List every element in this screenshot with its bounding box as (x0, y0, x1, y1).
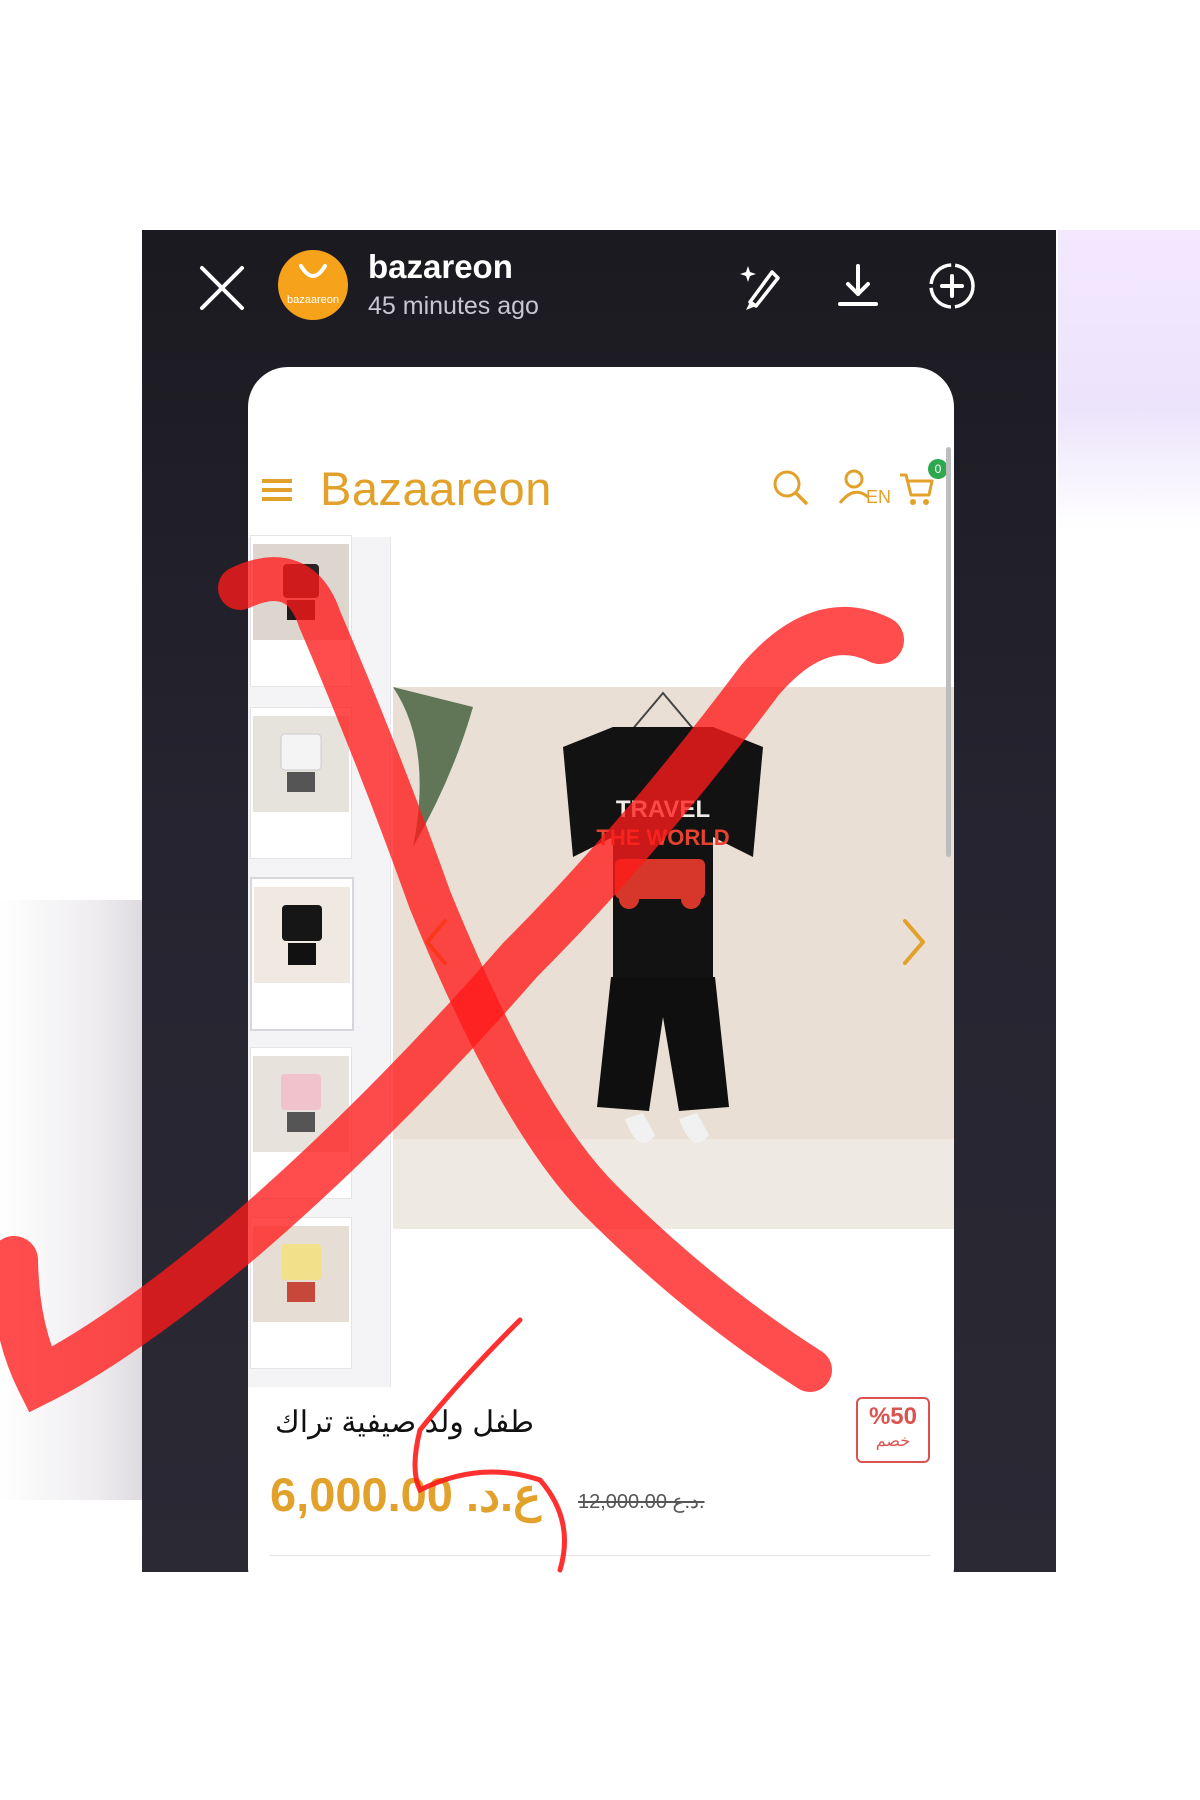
site-header: Bazaareon EN 0 (248, 457, 954, 539)
product-price: 6,000.00 .ع.د (270, 1468, 542, 1521)
svg-text:THE WORLD: THE WORLD (596, 825, 729, 850)
language-label[interactable]: EN (866, 487, 891, 508)
discount-percent: %50 (868, 1403, 918, 1430)
chevron-left-icon[interactable] (421, 917, 451, 967)
avatar[interactable]: bazaareon (278, 250, 348, 320)
thumbnail-5[interactable] (250, 1217, 352, 1369)
thumbnail-list (248, 535, 390, 1387)
product-image-viewer: TRAVEL THE WORLD (390, 537, 954, 1387)
avatar-logo-text: bazaareon (287, 294, 339, 306)
story-timestamp: 45 minutes ago (368, 292, 539, 320)
draw-icon[interactable] (734, 258, 790, 314)
background-shadow (0, 900, 142, 1500)
story-username[interactable]: bazareon (368, 248, 513, 286)
chevron-right-icon[interactable] (899, 917, 929, 967)
menu-icon[interactable] (262, 477, 292, 503)
discount-label: خصم (875, 1433, 911, 1450)
cart-count-badge: 0 (928, 459, 948, 479)
site-logo[interactable]: Bazaareon (320, 461, 552, 516)
search-icon[interactable] (770, 467, 810, 507)
thumbnail-1[interactable] (250, 535, 352, 687)
divider (270, 1555, 930, 1556)
original-price: 12,000.00 د.ع. (578, 1491, 705, 1513)
add-circle-icon[interactable] (924, 258, 980, 314)
discount-badge: %50 خصم (856, 1397, 930, 1463)
product-photo[interactable]: TRAVEL THE WORLD (393, 687, 954, 1229)
download-icon[interactable] (830, 258, 886, 314)
close-icon[interactable] (196, 262, 248, 314)
thumbnail-4[interactable] (250, 1047, 352, 1199)
product-title: طفل ولد صيفية تراك (275, 1406, 534, 1439)
thumbnail-3[interactable] (250, 877, 354, 1031)
background-glow (1058, 230, 1200, 530)
thumbnail-2[interactable] (250, 707, 352, 859)
product-screenshot: Bazaareon EN 0 TRAVEL THE WORLD طفل ولد … (248, 367, 954, 1572)
smile-logo-icon (299, 264, 327, 278)
story-viewer: bazaareon bazareon 45 minutes ago Bazaar… (142, 230, 1056, 1572)
scrollbar[interactable] (946, 447, 951, 857)
shirt-print-text: TRAVEL (616, 796, 710, 823)
